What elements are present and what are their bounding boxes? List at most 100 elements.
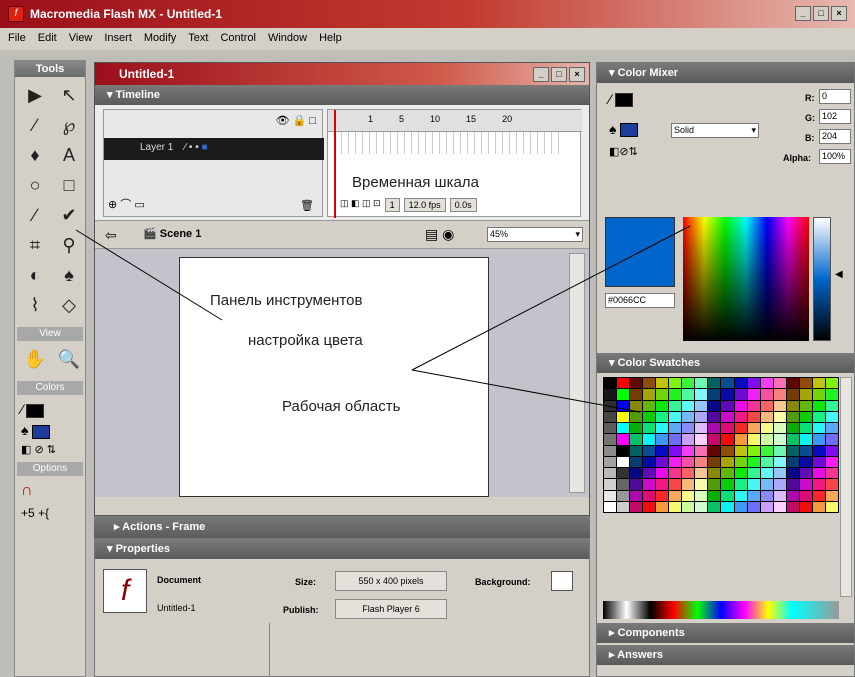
color-swatch[interactable] [773, 389, 786, 400]
size-button[interactable]: 550 x 400 pixels [335, 571, 447, 591]
color-swatch[interactable] [773, 378, 786, 389]
color-swatch[interactable] [799, 400, 812, 411]
color-swatch[interactable] [630, 389, 643, 400]
color-swatch[interactable] [630, 411, 643, 422]
color-swatch[interactable] [812, 490, 825, 501]
publish-button[interactable]: Flash Player 6 [335, 599, 447, 619]
color-swatch[interactable] [825, 456, 838, 467]
color-swatch[interactable] [669, 490, 682, 501]
stroke-color-swatch[interactable] [26, 404, 45, 419]
color-swatch[interactable] [695, 490, 708, 501]
tool-icon-0[interactable]: ▶ [19, 81, 51, 109]
color-swatch[interactable] [695, 434, 708, 445]
color-swatch[interactable] [708, 479, 721, 490]
frames-area[interactable]: 1 5 10 15 20 Временная шкала ◫ ◧ ◫ ⊡ 1 12.0 … [327, 109, 582, 218]
snap-magnet-icon[interactable]: ∩ [21, 482, 79, 500]
color-swatch[interactable] [643, 479, 656, 490]
color-swatch[interactable] [812, 479, 825, 490]
color-swatch[interactable] [617, 490, 630, 501]
color-swatch[interactable] [656, 389, 669, 400]
color-swatch[interactable] [760, 378, 773, 389]
color-swatch[interactable] [604, 389, 617, 400]
color-swatch[interactable] [617, 445, 630, 456]
color-swatch[interactable] [825, 411, 838, 422]
zoom-tool-icon[interactable]: 🔍 [53, 345, 85, 373]
color-swatch[interactable] [682, 490, 695, 501]
fill-color-swatch[interactable] [31, 425, 50, 440]
menu-item-text[interactable]: Text [188, 32, 208, 50]
color-swatch[interactable] [760, 501, 773, 512]
gradient-swatches[interactable] [603, 601, 839, 619]
color-swatch[interactable] [643, 445, 656, 456]
color-swatch[interactable] [760, 468, 773, 479]
color-swatch[interactable] [786, 411, 799, 422]
color-swatch[interactable] [747, 456, 760, 467]
trash-icon[interactable]: 🗑 [300, 199, 314, 212]
color-swatch[interactable] [773, 423, 786, 434]
color-swatch[interactable] [799, 411, 812, 422]
color-swatch[interactable] [721, 423, 734, 434]
minimize-button[interactable]: _ [795, 6, 811, 21]
color-swatch[interactable] [617, 434, 630, 445]
color-swatch[interactable] [656, 400, 669, 411]
color-swatch[interactable] [786, 423, 799, 434]
color-swatch[interactable] [721, 479, 734, 490]
color-swatch[interactable] [630, 490, 643, 501]
color-swatch[interactable] [747, 490, 760, 501]
color-swatch[interactable] [643, 501, 656, 512]
color-swatch[interactable] [773, 456, 786, 467]
color-swatch[interactable] [604, 468, 617, 479]
color-swatch[interactable] [656, 445, 669, 456]
color-swatch[interactable] [708, 456, 721, 467]
swap-colors-icon[interactable]: ⇅ [47, 444, 56, 456]
color-swatch[interactable] [708, 445, 721, 456]
add-layer-icons[interactable]: ⊕ ⌒ ▭ [108, 196, 145, 212]
color-swatch[interactable] [825, 434, 838, 445]
doc-minimize-button[interactable]: _ [533, 67, 549, 82]
color-swatch[interactable] [812, 434, 825, 445]
color-swatch[interactable] [617, 479, 630, 490]
color-swatch[interactable] [799, 456, 812, 467]
timeline-header[interactable]: ▾ Timeline [95, 85, 589, 105]
color-swatch[interactable] [643, 378, 656, 389]
tool-icon-5[interactable]: A [53, 141, 85, 169]
color-swatch[interactable] [669, 501, 682, 512]
color-swatch[interactable] [721, 501, 734, 512]
b-input[interactable]: 204 [819, 129, 851, 144]
color-swatch[interactable] [721, 400, 734, 411]
color-swatch[interactable] [760, 389, 773, 400]
color-swatch[interactable] [747, 479, 760, 490]
tool-icon-12[interactable]: ◐ [19, 261, 51, 289]
color-swatch[interactable] [773, 490, 786, 501]
color-swatch[interactable] [669, 456, 682, 467]
color-swatch[interactable] [825, 389, 838, 400]
tool-icon-9[interactable]: ✔ [53, 201, 85, 229]
color-swatch[interactable] [812, 501, 825, 512]
properties-header[interactable]: ▾ Properties [95, 539, 589, 559]
color-swatch[interactable] [695, 456, 708, 467]
color-swatch[interactable] [799, 468, 812, 479]
color-swatch[interactable] [734, 456, 747, 467]
color-swatch[interactable] [812, 468, 825, 479]
fill-style-select[interactable]: Solid ▾ [671, 123, 759, 138]
color-swatch[interactable] [604, 479, 617, 490]
swatch-grid[interactable] [603, 377, 839, 513]
alpha-input[interactable]: 100% [819, 149, 851, 164]
color-swatch[interactable] [786, 456, 799, 467]
color-mixer-header[interactable]: ▾ Color Mixer [597, 63, 854, 83]
brightness-arrow-icon[interactable]: ◀ [835, 269, 843, 280]
color-swatch[interactable] [695, 389, 708, 400]
color-swatch[interactable] [695, 411, 708, 422]
color-swatch[interactable] [747, 400, 760, 411]
color-swatch[interactable] [812, 400, 825, 411]
tool-icon-11[interactable]: ⚲ [53, 231, 85, 259]
color-swatch[interactable] [630, 400, 643, 411]
color-swatch[interactable] [695, 445, 708, 456]
color-swatch[interactable] [669, 468, 682, 479]
color-swatch[interactable] [799, 490, 812, 501]
color-swatch[interactable] [825, 490, 838, 501]
color-swatch[interactable] [604, 434, 617, 445]
mixer-fill-swatch[interactable] [620, 123, 639, 138]
color-swatch[interactable] [760, 445, 773, 456]
color-swatch[interactable] [760, 400, 773, 411]
